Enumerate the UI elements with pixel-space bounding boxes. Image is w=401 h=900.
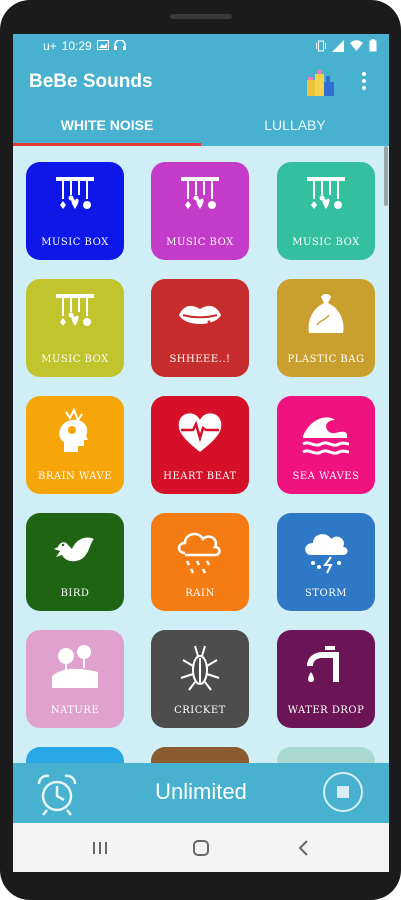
plastic-bag-icon bbox=[308, 294, 344, 333]
sound-tile-rain[interactable]: RAIN bbox=[151, 513, 249, 611]
overflow-menu-icon[interactable] bbox=[361, 72, 367, 94]
sound-label: STORM bbox=[305, 588, 347, 599]
sound-tile-bird[interactable]: BIRD bbox=[26, 513, 124, 611]
screen: u+ 10:29 BeBe Sounds WHITE NOISE LULLABY… bbox=[13, 34, 389, 872]
carrier-indicator: u+ bbox=[43, 39, 57, 53]
sea-waves-icon bbox=[302, 417, 350, 455]
sound-label: MUSIC BOX bbox=[166, 237, 234, 248]
sound-tile-partial-1[interactable] bbox=[26, 747, 124, 763]
sound-tile-brain-wave[interactable]: BRAIN WAVE bbox=[26, 396, 124, 494]
sound-label: MUSIC BOX bbox=[41, 354, 109, 365]
signal-icon bbox=[332, 39, 344, 55]
sound-label: CRICKET bbox=[174, 705, 226, 716]
cricket-icon bbox=[180, 645, 220, 691]
sound-tile-partial-2[interactable] bbox=[151, 747, 249, 763]
battery-icon bbox=[369, 39, 377, 55]
sound-tile-partial-3[interactable] bbox=[277, 747, 375, 763]
back-icon[interactable] bbox=[289, 833, 319, 863]
wifi-icon bbox=[350, 40, 363, 54]
recent-apps-icon[interactable] bbox=[85, 833, 115, 863]
sound-label: SEA WAVES bbox=[292, 471, 360, 482]
sound-tile-water-drop[interactable]: WATER DROP bbox=[277, 630, 375, 728]
app-bar: BeBe Sounds bbox=[13, 58, 389, 106]
stop-button[interactable] bbox=[323, 772, 363, 812]
music-box-icon bbox=[56, 294, 94, 326]
system-nav-bar bbox=[13, 823, 389, 872]
status-bar: u+ 10:29 bbox=[13, 34, 389, 58]
sound-tile-nature[interactable]: NATURE bbox=[26, 630, 124, 728]
lips-icon bbox=[179, 305, 221, 324]
phone-frame: u+ 10:29 BeBe Sounds WHITE NOISE LULLABY… bbox=[0, 0, 401, 900]
rain-icon bbox=[177, 532, 221, 574]
tab-bar: WHITE NOISE LULLABY bbox=[13, 106, 389, 146]
tab-white-noise[interactable]: WHITE NOISE bbox=[13, 106, 201, 146]
sound-tile-music-box-2[interactable]: MUSIC BOX bbox=[151, 162, 249, 260]
player-bar: Unlimited bbox=[13, 763, 389, 823]
headphones-icon bbox=[113, 39, 126, 53]
sound-tile-sea-waves[interactable]: SEA WAVES bbox=[277, 396, 375, 494]
gift-icon[interactable] bbox=[305, 66, 337, 98]
water-drop-icon bbox=[307, 646, 339, 682]
sound-tile-storm[interactable]: STORM bbox=[277, 513, 375, 611]
sound-tile-music-box-1[interactable]: MUSIC BOX bbox=[26, 162, 124, 260]
bird-icon bbox=[54, 537, 94, 562]
music-box-icon bbox=[56, 177, 94, 209]
home-icon[interactable] bbox=[186, 833, 216, 863]
sound-label: RAIN bbox=[185, 588, 215, 599]
sound-grid[interactable]: MUSIC BOX MUSIC BOX MUSIC BOX MUSIC BOX … bbox=[13, 146, 389, 763]
phone-speaker bbox=[170, 14, 232, 19]
brain-wave-icon bbox=[59, 408, 88, 452]
sound-label: MUSIC BOX bbox=[292, 237, 360, 248]
sound-label: SHHEEE..! bbox=[169, 354, 231, 365]
sound-label: BRAIN WAVE bbox=[37, 471, 112, 482]
storm-icon bbox=[305, 534, 348, 574]
sound-label: WATER DROP bbox=[287, 705, 365, 716]
music-box-icon bbox=[181, 177, 219, 209]
heart-beat-icon bbox=[178, 413, 222, 452]
app-title: BeBe Sounds bbox=[29, 71, 153, 92]
status-time: 10:29 bbox=[61, 39, 92, 53]
sound-tile-shhh[interactable]: SHHEEE..! bbox=[151, 279, 249, 377]
sound-tile-cricket[interactable]: CRICKET bbox=[151, 630, 249, 728]
image-notification-icon bbox=[96, 39, 109, 53]
sound-tile-music-box-3[interactable]: MUSIC BOX bbox=[277, 162, 375, 260]
scrollbar[interactable] bbox=[384, 146, 388, 206]
sound-label: HEART BEAT bbox=[163, 471, 237, 482]
tab-lullaby[interactable]: LULLABY bbox=[201, 106, 389, 146]
sound-label: BIRD bbox=[60, 588, 90, 599]
vibrate-icon bbox=[316, 40, 326, 55]
music-box-icon bbox=[307, 177, 345, 209]
sound-tile-music-box-4[interactable]: MUSIC BOX bbox=[26, 279, 124, 377]
nature-icon bbox=[52, 645, 98, 688]
sound-tile-heart-beat[interactable]: HEART BEAT bbox=[151, 396, 249, 494]
sound-label: PLASTIC BAG bbox=[287, 354, 365, 365]
sound-tile-plastic-bag[interactable]: PLASTIC BAG bbox=[277, 279, 375, 377]
sound-label: MUSIC BOX bbox=[41, 237, 109, 248]
sound-label: NATURE bbox=[50, 705, 100, 716]
stop-icon bbox=[337, 786, 349, 798]
